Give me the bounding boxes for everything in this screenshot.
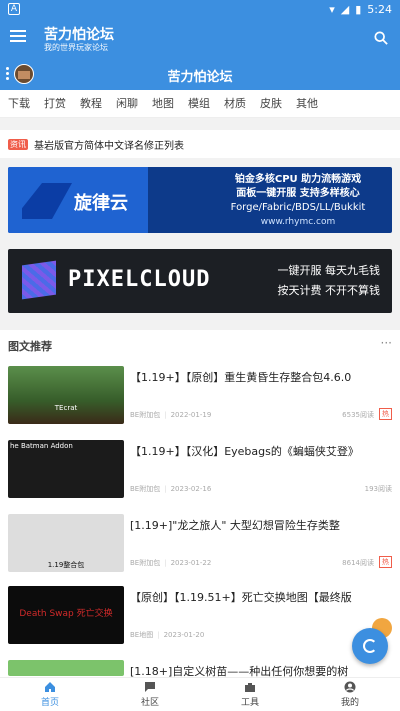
post-title[interactable]: [1.19+]"龙之旅人" 大型幻想冒险生存类整 <box>130 518 392 533</box>
nav-home[interactable]: 首页 <box>0 678 100 711</box>
hot-badge: 热 <box>379 408 392 420</box>
post-views: 6535阅读 <box>342 411 374 419</box>
tab-tutorial[interactable]: 教程 <box>80 90 102 117</box>
list-item[interactable]: Death Swap 死亡交换 【原创】【1.19.51+】死亡交换地图【最终版… <box>0 586 400 658</box>
news-notice[interactable]: 资讯 基岩版官方简体中文译名修正列表 <box>0 130 400 158</box>
post-meta: BE附加包 | 2023-01-22 <box>130 559 212 567</box>
banner-domain: www.rhymc.com <box>260 217 336 227</box>
banner-line-3: Forge/Fabric/BDS/LL/Bukkit <box>230 202 366 213</box>
tab-texture[interactable]: 材质 <box>224 90 246 117</box>
post-thumbnail[interactable]: 1.19整合包 <box>8 514 124 572</box>
tab-mod[interactable]: 模组 <box>188 90 210 117</box>
home-icon <box>45 682 55 692</box>
bottom-navigation: 首页 社区 工具 我的 <box>0 677 400 711</box>
post-date: 2022-01-19 <box>170 411 212 419</box>
banner-line-1: 铂金多核CPU 助力流畅游戏 <box>234 174 362 185</box>
clock: 5:24 <box>367 3 392 16</box>
banner-copy: 铂金多核CPU 助力流畅游戏 面板一键开服 支持多样核心 Forge/Fabri… <box>208 173 388 229</box>
tab-skin[interactable]: 皮肤 <box>260 90 282 117</box>
nav-community[interactable]: 社区 <box>100 678 200 711</box>
more-options-icon[interactable]: ··· <box>381 336 392 350</box>
nav-tools-label: 工具 <box>240 698 259 708</box>
post-meta: BE附加包 | 2023-02-16 <box>130 485 212 493</box>
account-icon <box>344 681 356 693</box>
notification-badge: A <box>8 3 20 15</box>
post-meta: BE附加包 | 2022-01-19 <box>130 411 212 419</box>
toolbox-icon <box>245 683 255 692</box>
ad-banner-rhymc[interactable]: 旋律云 铂金多核CPU 助力流畅游戏 面板一键开服 支持多样核心 Forge/F… <box>8 167 392 233</box>
list-item[interactable]: 1.19整合包 [1.19+]"龙之旅人" 大型幻想冒险生存类整 BE附加包 | 2… <box>0 514 400 586</box>
wifi-icon: ▾ <box>329 3 335 16</box>
banner-line-2: 面板一键开服 支持多样核心 <box>236 188 360 199</box>
nav-me-label: 我的 <box>340 698 359 708</box>
post-meta: BE地图 | 2023-01-20 <box>130 631 205 639</box>
tab-map[interactable]: 地图 <box>152 90 174 117</box>
post-views: 193阅读 <box>364 485 392 493</box>
tab-chat[interactable]: 闲聊 <box>116 90 138 117</box>
menu-icon[interactable] <box>10 30 26 46</box>
status-bar: A ▾ ◢ ▮ 5:24 <box>0 0 400 20</box>
post-source: BE附加包 <box>130 485 161 493</box>
post-thumbnail[interactable]: Death Swap 死亡交换 <box>8 586 124 644</box>
cube-logo-icon <box>22 260 56 300</box>
search-icon[interactable] <box>374 31 388 45</box>
app-bar: 苦力怕论坛 我的世界玩家论坛 <box>0 20 400 58</box>
post-date: 2023-01-20 <box>163 631 205 639</box>
post-date: 2023-02-16 <box>170 485 212 493</box>
post-source: BE附加包 <box>130 559 161 567</box>
forum-title: 苦力怕论坛 <box>167 70 233 85</box>
hot-badge: 热 <box>379 556 392 568</box>
signal-icon: ◢ <box>340 3 350 16</box>
chat-icon <box>145 682 155 692</box>
post-title[interactable]: 【原创】【1.19.51+】死亡交换地图【最终版 <box>130 590 392 605</box>
thumb-label: 1.19整合包 <box>47 561 85 569</box>
post-thumbnail[interactable]: he Batman Addon <box>8 440 124 498</box>
app-title: 苦力怕论坛 <box>44 27 114 43</box>
banner2-slogan: 一键开服 每天九毛钱 按天计费 不开不算钱 <box>278 261 381 301</box>
battery-icon: ▮ <box>355 3 362 16</box>
app-subtitle: 我的世界玩家论坛 <box>44 43 108 52</box>
recommend-section: 图文推荐 ··· TEcrat 【1.19+】【原创】重生黄昏生存整合包4.6.… <box>0 330 400 711</box>
forum-header: 苦力怕论坛 <box>0 58 400 90</box>
list-item[interactable]: TEcrat 【1.19+】【原创】重生黄昏生存整合包4.6.0 BE附加包 | 2… <box>0 366 400 438</box>
refresh-fab[interactable] <box>352 628 388 664</box>
banner2-slogan-bottom: 按天计费 不开不算钱 <box>277 284 381 297</box>
tab-other[interactable]: 其他 <box>296 90 318 117</box>
nav-tools[interactable]: 工具 <box>200 678 300 711</box>
section-title: 图文推荐 <box>8 340 52 353</box>
ad-banner-pixelcloud[interactable]: PIXELCLOUD 一键开服 每天九毛钱 按天计费 不开不算钱 <box>8 249 392 313</box>
news-tag: 资讯 <box>8 139 28 150</box>
banner2-brand: PIXELCLOUD <box>68 267 211 292</box>
post-source: BE附加包 <box>130 411 161 419</box>
nav-home-label: 首页 <box>40 698 59 708</box>
tab-download[interactable]: 下载 <box>8 90 30 117</box>
list-item[interactable]: he Batman Addon 【1.19+】【汉化】Eyebags的《蝙蝠侠艾… <box>0 440 400 512</box>
post-source: BE地图 <box>130 631 154 639</box>
category-tabs: 下载 打赏 教程 闲聊 地图 模组 材质 皮肤 其他 <box>0 90 400 118</box>
thumb-label: Death Swap 死亡交换 <box>19 609 113 619</box>
post-title[interactable]: 【1.19+】【汉化】Eyebags的《蝙蝠侠艾登》 <box>130 444 392 459</box>
thumb-label: TEcrat <box>54 404 78 412</box>
nav-me[interactable]: 我的 <box>300 678 400 711</box>
post-views: 8614阅读 <box>342 559 374 567</box>
banner2-slogan-top: 一键开服 每天九毛钱 <box>277 264 381 277</box>
post-date: 2023-01-22 <box>170 559 212 567</box>
nav-community-label: 社区 <box>140 698 159 708</box>
post-thumbnail[interactable]: TEcrat <box>8 366 124 424</box>
refresh-icon <box>363 639 377 653</box>
banner-brand: 旋律云 <box>74 193 128 214</box>
post-title[interactable]: 【1.19+】【原创】重生黄昏生存整合包4.6.0 <box>130 370 392 385</box>
post-thumbnail[interactable] <box>8 660 124 676</box>
tab-reward[interactable]: 打赏 <box>44 90 66 117</box>
news-text[interactable]: 基岩版官方简体中文译名修正列表 <box>34 137 184 152</box>
thumb-label: he Batman Addon <box>10 442 73 450</box>
